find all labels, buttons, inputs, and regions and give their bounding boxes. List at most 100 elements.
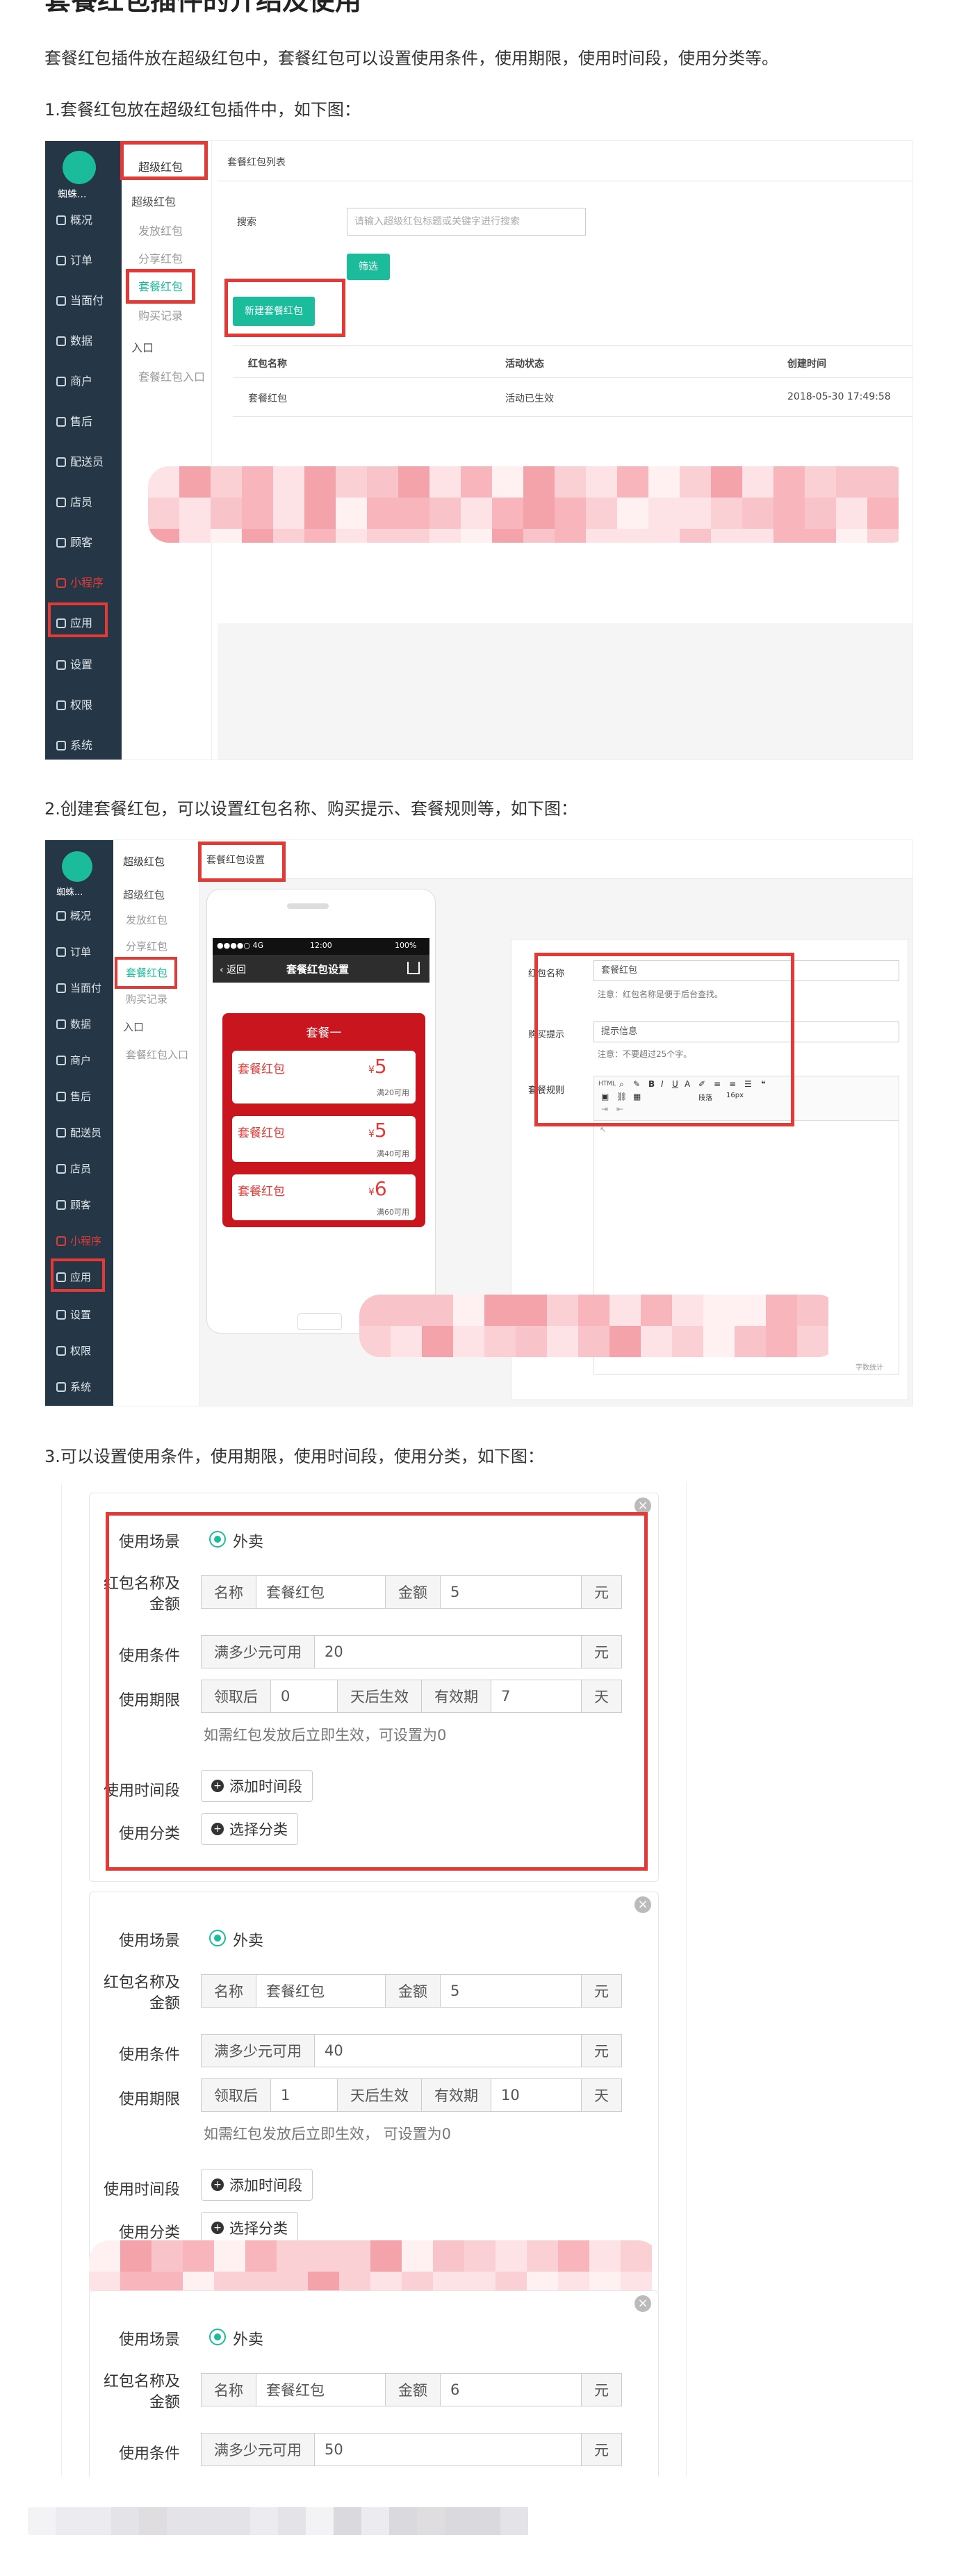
miniapp-icon (56, 578, 66, 588)
filter-button[interactable]: 筛选 (347, 254, 390, 280)
submenu2-title: 超级红包 (123, 855, 165, 868)
delay-days-input[interactable]: 1 (271, 2079, 338, 2111)
submenu2-item-issue[interactable]: 发放红包 (126, 912, 167, 927)
pixel-block (273, 529, 304, 543)
pixel-block (422, 1326, 453, 1357)
gear-icon (56, 1310, 66, 1320)
pixel-block (547, 1326, 578, 1357)
submenu-item-share[interactable]: 分享红包 (138, 249, 183, 266)
sidebar-item-system[interactable]: 系统 (45, 736, 122, 753)
lock-icon (56, 700, 66, 710)
submenu-item-issue[interactable]: 发放红包 (138, 222, 183, 238)
name-input[interactable]: 套餐红包 (256, 1975, 386, 2007)
condition-label: 使用条件 (118, 2046, 180, 2064)
pixel-block (672, 1295, 703, 1326)
pixel-block (672, 1326, 703, 1357)
amount-input[interactable]: 5 (441, 1975, 581, 2007)
admin-sidebar-2: 蜘蛛... 概况 订单 当面付 数据 商户 售后 配送员 店员 顾客 小程序 应… (45, 840, 113, 1406)
highlight-super-redpacket (120, 141, 208, 180)
sidebar2-item-facepay[interactable]: 当面付 (45, 981, 113, 995)
pixel-block (422, 1295, 453, 1326)
submenu2-item-share[interactable]: 分享红包 (126, 939, 167, 953)
pixel-block (148, 498, 179, 529)
pixel-block (433, 2240, 464, 2272)
back-button[interactable]: ‹ 返回 (220, 962, 246, 976)
select-category-button[interactable]: + 选择分类 (201, 2212, 298, 2244)
sidebar2-item-miniapp[interactable]: 小程序 (45, 1233, 113, 1248)
amount-input[interactable]: 6 (441, 2374, 581, 2406)
sidebar2-item-clerk[interactable]: 店员 (45, 1161, 113, 1176)
submenu2-item-entry[interactable]: 套餐红包入口 (126, 1047, 188, 1062)
plus-icon: + (211, 2222, 224, 2234)
sidebar-item-aftersale[interactable]: 售后 (45, 412, 122, 429)
sidebar-item-settings[interactable]: 设置 (45, 655, 122, 672)
gear-icon (56, 660, 66, 670)
condition-input[interactable]: 40 (315, 2035, 581, 2067)
submenu-item-records[interactable]: 购买记录 (138, 306, 183, 323)
pixel-block (617, 529, 648, 543)
name-input[interactable]: 套餐红包 (256, 2374, 386, 2406)
sidebar-item-permissions[interactable]: 权限 (45, 696, 122, 712)
submenu-2: 超级红包 超级红包 发放红包 分享红包 套餐红包 购买记录 入口 套餐红包入口 (113, 840, 199, 1406)
sidebar-item-overview[interactable]: 概况 (45, 211, 122, 227)
sidebar2-item-overview[interactable]: 概况 (45, 908, 113, 923)
scene-radio[interactable] (209, 2329, 226, 2345)
sidebar2-item-orders[interactable]: 订单 (45, 944, 113, 959)
search-input[interactable]: 请输入超级红包标题或关键字进行搜索 (347, 208, 586, 236)
sidebar-item-facepay[interactable]: 当面付 (45, 291, 122, 308)
pixel-block (464, 2240, 496, 2272)
pixel-block (773, 498, 805, 529)
sidebar2-item-courier[interactable]: 配送员 (45, 1125, 113, 1140)
sidebar-item-miniapp[interactable]: 小程序 (45, 573, 122, 590)
sidebar2-item-merchant[interactable]: 商户 (45, 1053, 113, 1067)
pixel-block (429, 498, 461, 529)
pixel-block (680, 498, 711, 529)
validity-days-input[interactable]: 10 (491, 2079, 581, 2111)
pixel-block (28, 2507, 56, 2535)
table-top-line (233, 345, 912, 346)
step-3-text: 3.可以设置使用条件，使用期限，使用时间段，使用分类，如下图： (44, 1447, 544, 1466)
table-row[interactable]: 套餐红包 活动已生效 2018-05-30 17:49:58 (233, 377, 912, 416)
package-name: 套餐一 (306, 1026, 342, 1040)
sidebar-item-clerk[interactable]: 店员 (45, 493, 122, 509)
sidebar2-item-customer[interactable]: 顾客 (45, 1197, 113, 1212)
sidebar-item-orders[interactable]: 订单 (45, 251, 122, 268)
store-name-2: 蜘蛛... (56, 887, 83, 898)
pixel-block (492, 529, 523, 543)
merchant-icon (56, 1056, 66, 1065)
add-time-button[interactable]: + 添加时间段 (201, 2169, 313, 2201)
close-icon[interactable]: × (635, 2295, 651, 2312)
pixelated-watermark-4 (28, 2507, 542, 2535)
period-addon-validity: 有效期 (422, 2079, 491, 2111)
screenshot-super-redpacket-list: 蜘蛛... 概况 订单 当面付 数据 商户 售后 配送员 店员 顾客 小程序 应… (44, 140, 913, 760)
pixel-block (111, 2507, 139, 2535)
submenu-group-entry: 入口 (131, 341, 154, 354)
sidebar2-item-settings[interactable]: 设置 (45, 1307, 113, 1322)
sidebar2-item-data[interactable]: 数据 (45, 1017, 113, 1031)
pixel-block (453, 1295, 484, 1326)
sidebar-item-data[interactable]: 数据 (45, 331, 122, 348)
sidebar2-item-system[interactable]: 系统 (45, 1379, 113, 1394)
coupon-item: 套餐红包 ¥5 满40可用 (232, 1116, 416, 1162)
amount-addon: 金额 (386, 2374, 441, 2406)
sidebar2-item-permissions[interactable]: 权限 (45, 1343, 113, 1358)
sidebar2-item-aftersale[interactable]: 售后 (45, 1089, 113, 1104)
scene-radio[interactable] (209, 1930, 226, 1946)
sidebar-item-customer[interactable]: 顾客 (45, 533, 122, 550)
pixel-block (473, 2507, 500, 2535)
sidebar-item-courier[interactable]: 配送员 (45, 452, 122, 469)
share-icon[interactable] (407, 962, 420, 974)
pixel-block (461, 498, 492, 529)
pixel-block (492, 498, 523, 529)
condition-input[interactable]: 50 (315, 2434, 581, 2466)
aftersale-icon (56, 1092, 66, 1101)
name-addon: 名称 (202, 2374, 256, 2406)
step-1-text: 1.套餐红包放在超级红包插件中，如下图： (44, 100, 361, 120)
submenu2-item-records[interactable]: 购买记录 (126, 992, 167, 1006)
submenu-item-entry[interactable]: 套餐红包入口 (138, 368, 205, 384)
pixel-block (398, 498, 429, 529)
sidebar-item-merchant[interactable]: 商户 (45, 372, 122, 388)
submenu-group: 超级红包 (131, 195, 177, 208)
close-icon[interactable]: × (635, 1896, 651, 1913)
coupon-name: 套餐红包 (238, 1126, 285, 1140)
